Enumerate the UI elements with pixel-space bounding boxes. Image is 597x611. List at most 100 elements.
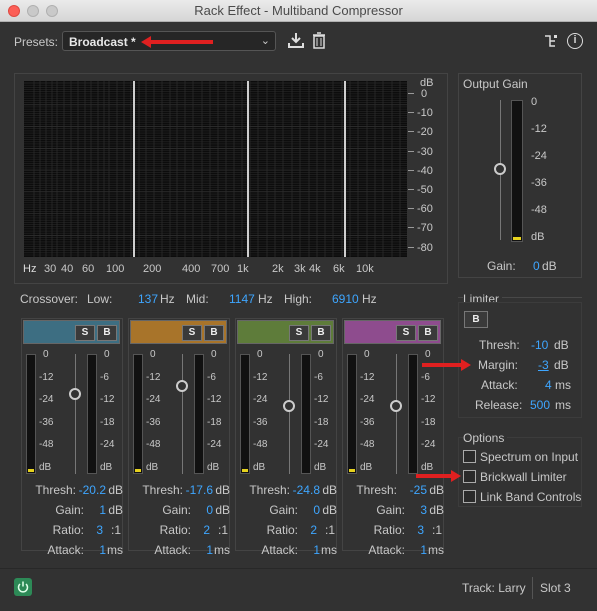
band-gr-tick: dB (100, 461, 113, 473)
band-input-tick: 0 (150, 349, 156, 360)
band-gr-tick: -6 (421, 371, 430, 383)
band-threshold-track (396, 354, 397, 474)
band-bypass-button[interactable]: B (204, 325, 224, 341)
output-gain-tick: dB (531, 231, 545, 243)
band-solo-button[interactable]: S (182, 325, 202, 341)
band-gr-tick: -24 (100, 439, 115, 450)
annotation-arrow-presets (141, 36, 213, 48)
band-header: SB (237, 320, 334, 344)
band-threshold-track (182, 354, 183, 474)
band-bypass-button[interactable]: B (311, 325, 331, 341)
output-gain-value[interactable]: 0 (533, 259, 540, 273)
graph-db-tick-mark (408, 150, 414, 152)
crossover-low-unit: Hz (160, 292, 175, 306)
crossover-mid-unit: Hz (258, 292, 273, 306)
band-bypass-button[interactable]: B (418, 325, 438, 341)
band-solo-button[interactable]: S (75, 325, 95, 341)
band-thresh-unit: dB (215, 483, 230, 497)
graph-freq-tick: 700 (211, 263, 230, 275)
band-gr-tick: -18 (207, 416, 222, 428)
graph-freq-tick: 10k (356, 263, 374, 275)
band-input-tick: -36 (39, 416, 54, 428)
delete-preset-icon[interactable] (311, 31, 327, 51)
band-thresh-value[interactable]: -17.6 (186, 483, 213, 497)
band-thresh-value[interactable]: -20.2 (79, 483, 106, 497)
options-title: Options (463, 431, 508, 445)
band-input-tick: -12 (39, 371, 54, 383)
band-thresh-value[interactable]: -24.8 (293, 483, 320, 497)
spectrum-on-input-checkbox[interactable] (463, 450, 476, 463)
band-threshold-slider[interactable] (69, 388, 81, 400)
brickwall-limiter-checkbox[interactable] (463, 470, 476, 483)
graph-freq-tick: 200 (143, 263, 162, 275)
graph-freq-tick: 2k (272, 263, 284, 275)
band-gain-value[interactable]: 1 (99, 503, 106, 517)
limiter-margin-value[interactable]: -3 (538, 358, 549, 372)
band-ratio-unit: :1 (217, 523, 228, 537)
band-ratio-unit: :1 (324, 523, 335, 537)
power-toggle-button[interactable] (14, 578, 32, 596)
band-thresh-unit: dB (322, 483, 337, 497)
link-band-controls-checkbox[interactable] (463, 490, 476, 503)
band-input-tick: -24 (146, 394, 161, 405)
graph-db-tick-mark (408, 227, 414, 229)
crossover-mid-label: Mid: (186, 292, 209, 306)
band-solo-button[interactable]: S (289, 325, 309, 341)
band-gr-tick: -18 (314, 416, 329, 428)
frequency-graph[interactable] (24, 81, 407, 257)
band-attack-unit: ms (428, 543, 444, 557)
limiter-thresh-value[interactable]: -10 (531, 338, 548, 352)
window-title: Rack Effect - Multiband Compressor (194, 3, 403, 18)
band-attack-unit: ms (214, 543, 230, 557)
crossover-high-unit: Hz (362, 292, 377, 306)
band-threshold-slider[interactable] (390, 400, 402, 412)
band-ratio-value[interactable]: 2 (310, 523, 317, 537)
graph-db-tick-mark (408, 112, 414, 114)
band-gr-tick: -6 (207, 371, 216, 383)
band-threshold-slider[interactable] (176, 380, 188, 392)
band-attack-value[interactable]: 1 (313, 543, 320, 557)
band-gr-tick: 0 (104, 349, 110, 360)
presets-label: Presets: (14, 35, 59, 49)
band-thresh-value[interactable]: -25 (410, 483, 427, 497)
band-threshold-slider[interactable] (283, 400, 295, 412)
band-gain-value[interactable]: 0 (313, 503, 320, 517)
limiter-attack-value[interactable]: 4 (545, 378, 552, 392)
spectrum-on-input-label: Spectrum on Input (480, 450, 579, 464)
band-gr-tick: 0 (318, 349, 324, 360)
limiter-margin-unit: dB (554, 358, 569, 372)
band-gr-tick: dB (207, 461, 220, 473)
band-ratio-value[interactable]: 3 (96, 523, 103, 537)
band-gain-label: Gain: (269, 503, 298, 517)
graph-db-tick-mark (408, 246, 414, 248)
routing-icon[interactable] (543, 33, 559, 49)
save-preset-icon[interactable] (287, 31, 305, 51)
band-input-tick: dB (360, 461, 373, 473)
crossover-low-value[interactable]: 137 (138, 292, 158, 306)
band-gain-value[interactable]: 3 (420, 503, 427, 517)
graph-freq-tick: 6k (333, 263, 345, 275)
graph-db-tick-mark (408, 189, 414, 190)
band-attack-value[interactable]: 1 (99, 543, 106, 557)
crossover-high-value[interactable]: 6910 (332, 292, 359, 306)
band-input-meter (133, 354, 143, 474)
band-attack-value[interactable]: 1 (206, 543, 213, 557)
band-ratio-value[interactable]: 2 (203, 523, 210, 537)
output-gain-slider[interactable] (494, 163, 506, 175)
band-attack-value[interactable]: 1 (420, 543, 427, 557)
band-threshold-track (75, 354, 76, 474)
graph-db-tick: -80 (417, 241, 433, 254)
limiter-release-value[interactable]: 500 (530, 398, 550, 412)
band-input-tick: -48 (39, 439, 54, 450)
chevron-down-icon: ⌄ (260, 35, 270, 47)
band-gain-value[interactable]: 0 (206, 503, 213, 517)
band-bypass-button[interactable]: B (97, 325, 117, 341)
band-input-tick: -12 (146, 371, 161, 383)
band-solo-button[interactable]: S (396, 325, 416, 341)
band-gain-label: Gain: (55, 503, 84, 517)
limiter-attack-unit: ms (555, 378, 571, 392)
band-ratio-value[interactable]: 3 (417, 523, 424, 537)
info-icon[interactable]: i (567, 33, 583, 49)
band-gr-tick: -24 (314, 439, 329, 450)
crossover-mid-value[interactable]: 1147 (229, 292, 255, 306)
